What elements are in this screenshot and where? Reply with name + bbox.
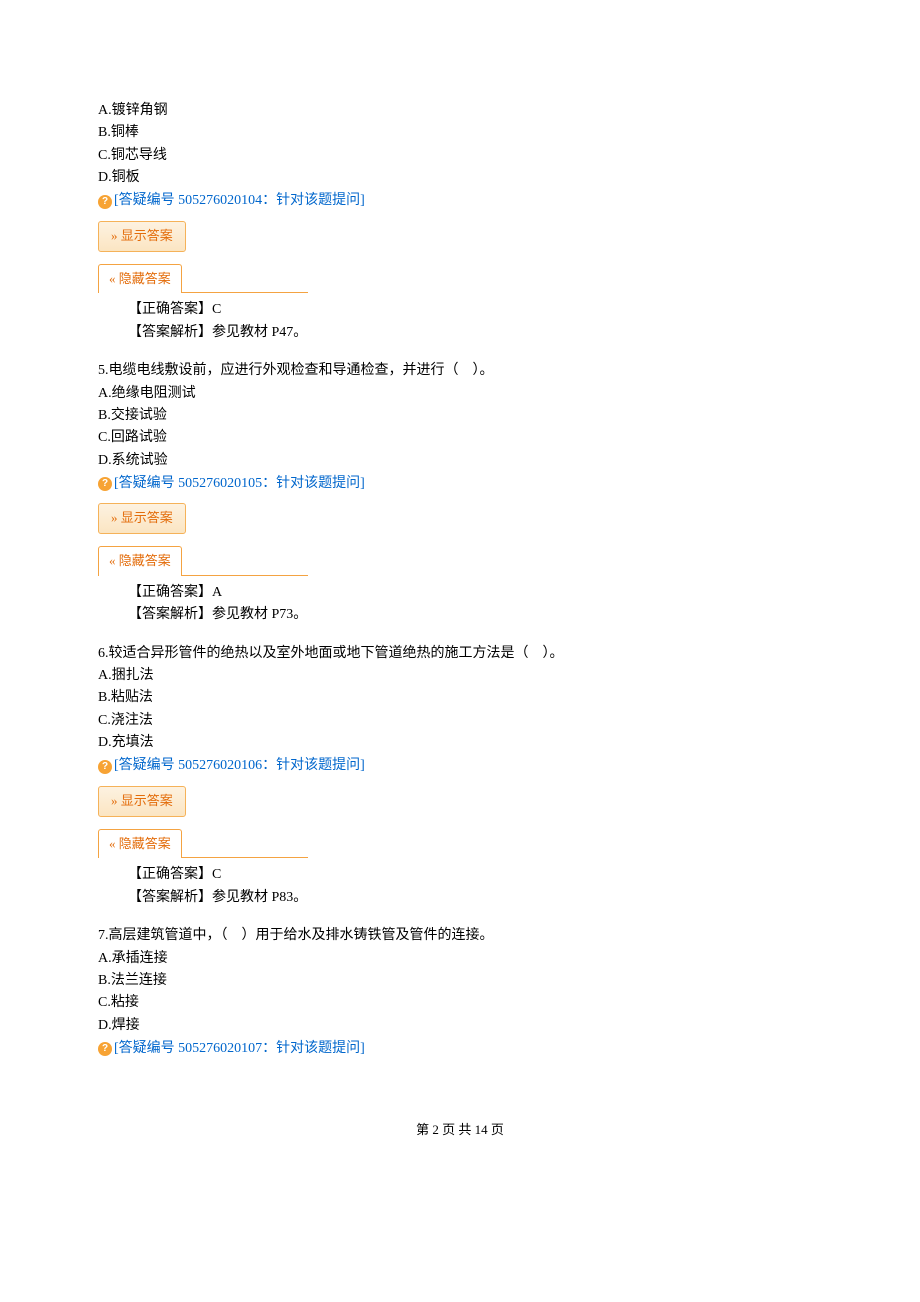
q5-show-answer-button[interactable]: » 显示答案 [98, 503, 186, 534]
q4-option-d: D.铜板 [98, 167, 822, 189]
q7-question: 7.高层建筑管道中，（ ）用于给水及排水铸铁管及管件的连接。 [98, 925, 822, 947]
question-mark-icon: ? [98, 477, 112, 491]
q6-ask-link-text: [答疑编号 505276020106：针对该题提问] [114, 755, 365, 777]
q4-hide-answer-button[interactable]: « 隐藏答案 [98, 264, 182, 294]
q4-option-b: B.铜棒 [98, 122, 822, 144]
q6-show-answer-button[interactable]: » 显示答案 [98, 786, 186, 817]
q4-answer-block: 【正确答案】C 【答案解析】参见教材 P47。 [98, 299, 822, 344]
q6-question: 6.较适合异形管件的绝热以及室外地面或地下管道绝热的施工方法是（ ）。 [98, 643, 822, 665]
q4-option-c: C.铜芯导线 [98, 145, 822, 167]
page-content: A.镀锌角钢 B.铜棒 C.铜芯导线 D.铜板 ? [答疑编号 50527602… [0, 0, 920, 1181]
q6-option-d: D.充填法 [98, 732, 822, 754]
q4-show-answer-button[interactable]: » 显示答案 [98, 221, 186, 252]
q5-answer-block: 【正确答案】A 【答案解析】参见教材 P73。 [98, 582, 822, 627]
q7-ask-link[interactable]: ? [答疑编号 505276020107：针对该题提问] [98, 1038, 365, 1060]
q5-question: 5.电缆电线敷设前，应进行外观检查和导通检查，并进行（ ）。 [98, 360, 822, 382]
q6-analysis: 【答案解析】参见教材 P83。 [128, 887, 822, 909]
q6-hide-answer-button[interactable]: « 隐藏答案 [98, 829, 182, 859]
q6-option-c: C.浇注法 [98, 710, 822, 732]
q6-option-a: A.捆扎法 [98, 665, 822, 687]
q5-option-a: A.绝缘电阻测试 [98, 383, 822, 405]
q5-correct-answer: 【正确答案】A [128, 582, 822, 604]
question-mark-icon: ? [98, 760, 112, 774]
q4-correct-answer: 【正确答案】C [128, 299, 822, 321]
q4-option-a: A.镀锌角钢 [98, 100, 822, 122]
q6-ask-link[interactable]: ? [答疑编号 505276020106：针对该题提问] [98, 755, 365, 777]
q4-ask-link[interactable]: ? [答疑编号 505276020104：针对该题提问] [98, 190, 365, 212]
q7-option-c: C.粘接 [98, 992, 822, 1014]
q5-ask-link-text: [答疑编号 505276020105：针对该题提问] [114, 473, 365, 495]
q4-analysis: 【答案解析】参见教材 P47。 [128, 322, 822, 344]
q4-ask-link-text: [答疑编号 505276020104：针对该题提问] [114, 190, 365, 212]
q6-answer-block: 【正确答案】C 【答案解析】参见教材 P83。 [98, 864, 822, 909]
q5-option-d: D.系统试验 [98, 450, 822, 472]
page-number: 第 2 页 共 14 页 [98, 1120, 822, 1141]
question-mark-icon: ? [98, 195, 112, 209]
q6-option-b: B.粘贴法 [98, 687, 822, 709]
q5-ask-link[interactable]: ? [答疑编号 505276020105：针对该题提问] [98, 473, 365, 495]
q5-analysis: 【答案解析】参见教材 P73。 [128, 604, 822, 626]
q7-option-b: B.法兰连接 [98, 970, 822, 992]
question-mark-icon: ? [98, 1042, 112, 1056]
q7-option-d: D.焊接 [98, 1015, 822, 1037]
q5-hide-answer-button[interactable]: « 隐藏答案 [98, 546, 182, 576]
q7-ask-link-text: [答疑编号 505276020107：针对该题提问] [114, 1038, 365, 1060]
q6-correct-answer: 【正确答案】C [128, 864, 822, 886]
q5-option-c: C.回路试验 [98, 427, 822, 449]
q7-option-a: A.承插连接 [98, 948, 822, 970]
q5-option-b: B.交接试验 [98, 405, 822, 427]
